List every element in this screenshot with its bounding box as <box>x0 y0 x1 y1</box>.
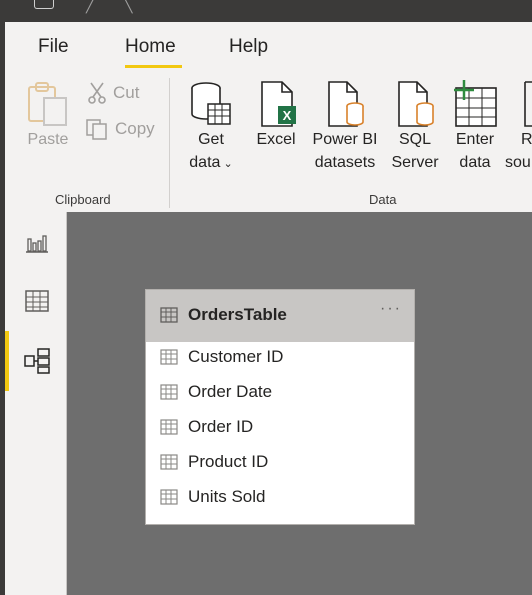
save-icon[interactable] <box>34 0 54 9</box>
model-view-icon[interactable] <box>24 348 50 374</box>
excel-icon: X <box>261 81 296 127</box>
database-table-icon <box>191 82 231 125</box>
active-tab-indicator <box>125 65 182 68</box>
paste-button[interactable]: Paste <box>23 80 73 151</box>
power-bi-label-2: datasets <box>314 154 376 171</box>
recent-sources-label-2: sou <box>505 154 531 171</box>
copy-button[interactable]: Copy <box>85 118 155 140</box>
clipboard-group-label: Clipboard <box>55 192 111 207</box>
table-card-header[interactable]: OrdersTable ··· <box>146 290 414 342</box>
field-row[interactable]: Order ID <box>160 417 253 437</box>
copy-label: Copy <box>115 119 155 138</box>
field-row[interactable]: Order Date <box>160 382 272 402</box>
enter-data-button[interactable]: Enter data <box>449 80 501 174</box>
get-data-label-1: Get <box>198 131 224 148</box>
redo-icon[interactable]: ╲ <box>124 0 132 12</box>
paste-label: Paste <box>27 131 69 148</box>
table-icon <box>160 307 178 323</box>
sql-server-button[interactable]: SQL Server <box>389 80 441 174</box>
active-view-indicator <box>5 331 9 391</box>
recent-sources-button[interactable]: Re sou <box>505 80 532 174</box>
chevron-down-icon: ⌄ <box>220 158 233 170</box>
column-icon <box>160 454 178 470</box>
scissors-icon <box>88 82 106 104</box>
menu-file[interactable]: File <box>38 36 69 58</box>
field-row[interactable]: Product ID <box>160 452 268 472</box>
field-label: Order Date <box>188 382 273 401</box>
get-data-button[interactable]: Get data ⌄ <box>183 80 239 176</box>
column-icon <box>160 419 178 435</box>
column-icon <box>160 349 178 365</box>
recent-sources-icon <box>524 81 532 127</box>
field-label: Units Sold <box>188 487 266 506</box>
paste-icon <box>28 82 67 126</box>
column-icon <box>160 489 178 505</box>
svg-text:X: X <box>283 108 292 123</box>
cut-label: Cut <box>113 83 140 102</box>
field-label: Order ID <box>188 417 254 436</box>
menu-help[interactable]: Help <box>229 36 268 58</box>
sql-server-icon <box>398 81 434 127</box>
left-nav <box>0 212 67 595</box>
power-bi-datasets-button[interactable]: Power BI datasets <box>309 80 381 174</box>
copy-icon <box>86 119 107 140</box>
excel-button[interactable]: X Excel <box>253 80 299 151</box>
menu-bar: File Home Help <box>5 22 532 72</box>
enter-data-icon <box>454 80 497 127</box>
title-bar: ╱ ╲ <box>0 0 532 22</box>
sql-label-2: Server <box>391 154 439 171</box>
menu-home[interactable]: Home <box>125 36 176 58</box>
sql-label-1: SQL <box>398 131 431 148</box>
column-icon <box>160 384 178 400</box>
dataset-icon <box>328 81 364 127</box>
recent-sources-label-1: Re <box>521 131 532 148</box>
field-label: Customer ID <box>188 347 284 366</box>
enter-data-label-1: Enter <box>455 131 495 148</box>
report-view-icon[interactable] <box>24 229 50 255</box>
group-separator <box>169 78 170 208</box>
undo-icon[interactable]: ╱ <box>86 0 94 12</box>
more-options-icon[interactable]: ··· <box>380 300 402 318</box>
field-row[interactable]: Customer ID <box>160 347 283 367</box>
nav-edge <box>0 212 5 595</box>
ribbon: File Home Help Paste Cut Copy Clipboard <box>0 22 532 212</box>
table-card[interactable]: OrdersTable ··· Customer ID Order Date O… <box>145 289 415 525</box>
data-group-label: Data <box>369 192 397 207</box>
field-label: Product ID <box>188 452 269 471</box>
table-title: OrdersTable <box>188 305 287 324</box>
cut-button[interactable]: Cut <box>87 82 139 104</box>
get-data-label-2: data ⌄ <box>189 154 233 171</box>
excel-label: Excel <box>256 131 296 148</box>
field-row[interactable]: Units Sold <box>160 487 265 507</box>
data-view-icon[interactable] <box>24 288 50 314</box>
power-bi-label-1: Power BI <box>312 131 378 148</box>
enter-data-label-2: data <box>459 154 491 171</box>
